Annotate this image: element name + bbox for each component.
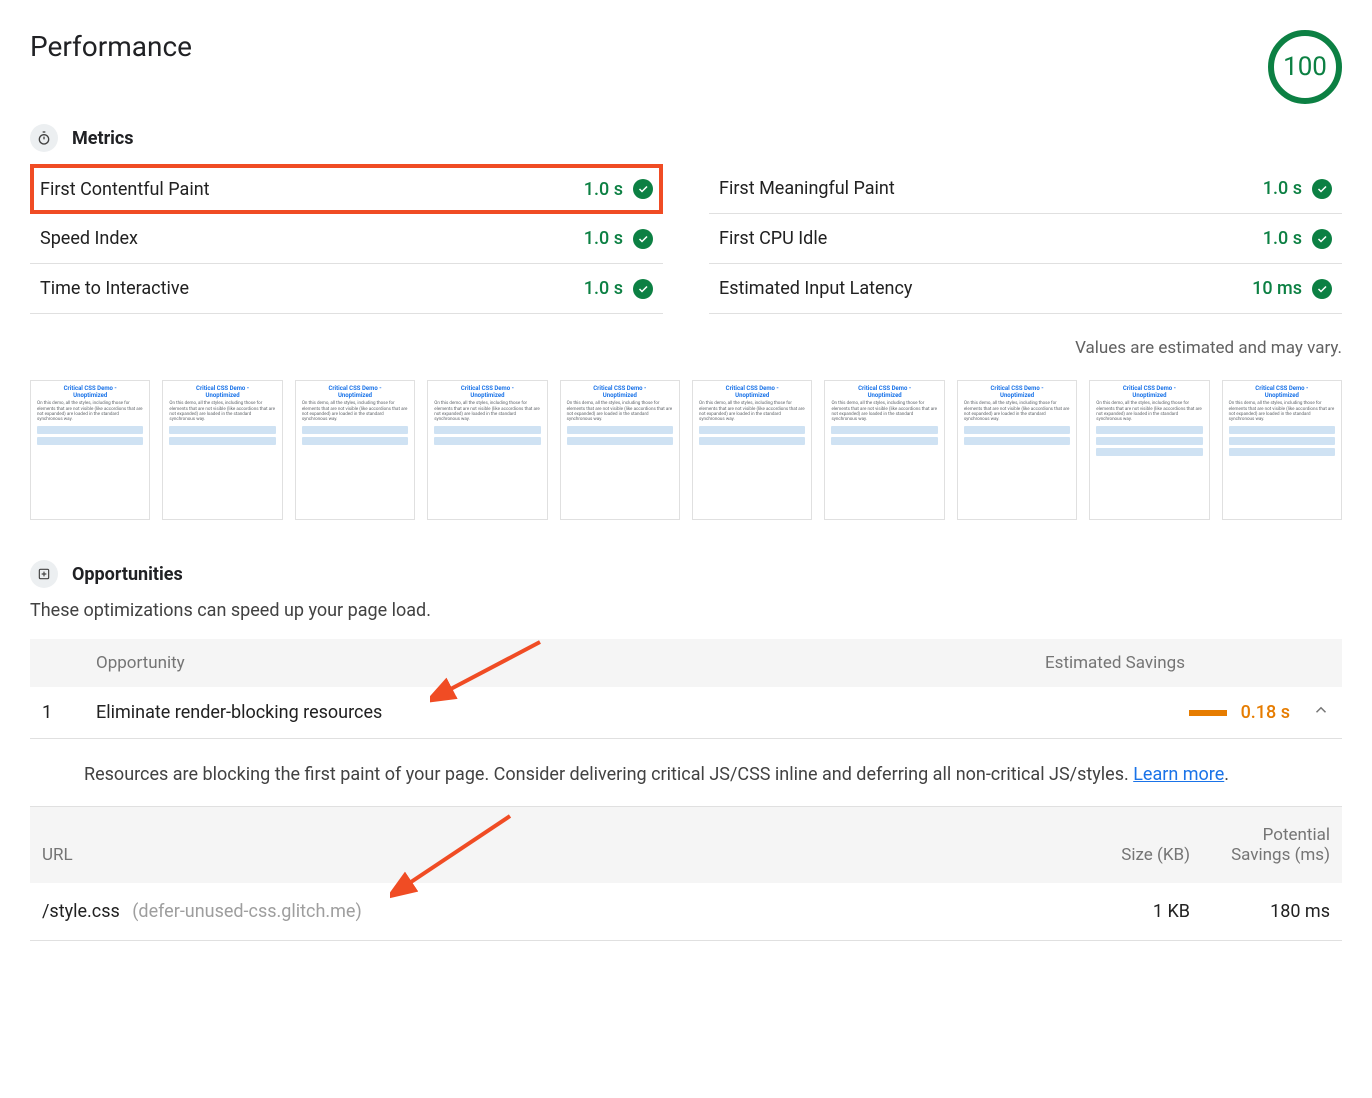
metric-value: 1.0 s bbox=[1263, 228, 1302, 249]
filmstrip: Critical CSS Demo - Unoptimized On this … bbox=[30, 380, 1342, 520]
opportunity-row[interactable]: 1 Eliminate render-blocking resources 0.… bbox=[30, 687, 1342, 739]
metric-value: 1.0 s bbox=[584, 278, 623, 299]
metric-label: Estimated Input Latency bbox=[719, 278, 912, 299]
filmstrip-frame: Critical CSS Demo - Unoptimized On this … bbox=[560, 380, 680, 520]
metric-row[interactable]: Estimated Input Latency 10 ms bbox=[709, 264, 1342, 314]
filmstrip-frame: Critical CSS Demo - Unoptimized On this … bbox=[162, 380, 282, 520]
metric-label: First Meaningful Paint bbox=[719, 178, 895, 199]
opportunities-label: Opportunities bbox=[72, 564, 183, 585]
check-circle-icon bbox=[633, 229, 653, 249]
col-potential-savings: PotentialSavings (ms) bbox=[1190, 825, 1330, 865]
savings-bar bbox=[1189, 710, 1227, 716]
resource-path: /style.css bbox=[42, 901, 120, 922]
metric-label: First Contentful Paint bbox=[40, 179, 210, 200]
metric-row[interactable]: First Contentful Paint 1.0 s bbox=[30, 164, 663, 214]
filmstrip-frame: Critical CSS Demo - Unoptimized On this … bbox=[30, 380, 150, 520]
metrics-grid: First Contentful Paint 1.0 s First Meani… bbox=[30, 164, 1342, 314]
stopwatch-icon bbox=[30, 124, 58, 152]
filmstrip-frame: Critical CSS Demo - Unoptimized On this … bbox=[1089, 380, 1209, 520]
opportunity-name: Eliminate render-blocking resources bbox=[96, 702, 940, 723]
performance-score: 100 bbox=[1268, 30, 1342, 104]
metric-label: First CPU Idle bbox=[719, 228, 827, 249]
resource-host: (defer-unused-css.glitch.me) bbox=[132, 901, 361, 922]
resource-potential: 180 ms bbox=[1190, 901, 1330, 922]
opportunities-section-header: Opportunities bbox=[30, 560, 1342, 588]
opportunity-detail: Resources are blocking the first paint o… bbox=[30, 739, 1342, 807]
col-size: Size (KB) bbox=[1050, 845, 1190, 865]
spark-icon bbox=[30, 560, 58, 588]
page-title: Performance bbox=[30, 30, 192, 63]
resource-size: 1 KB bbox=[1050, 901, 1190, 922]
learn-more-link[interactable]: Learn more bbox=[1133, 764, 1224, 785]
metric-row[interactable]: First Meaningful Paint 1.0 s bbox=[709, 164, 1342, 214]
filmstrip-frame: Critical CSS Demo - Unoptimized On this … bbox=[427, 380, 547, 520]
filmstrip-frame: Critical CSS Demo - Unoptimized On this … bbox=[824, 380, 944, 520]
savings-value: 0.18 s bbox=[1241, 702, 1290, 723]
opportunities-table-header: Opportunity Estimated Savings bbox=[30, 639, 1342, 687]
metric-value: 10 ms bbox=[1252, 278, 1302, 299]
col-opportunity: Opportunity bbox=[96, 653, 940, 673]
check-circle-icon bbox=[633, 179, 653, 199]
chevron-up-icon[interactable] bbox=[1290, 701, 1330, 724]
metrics-footnote: Values are estimated and may vary. bbox=[30, 338, 1342, 358]
metrics-section-header: Metrics bbox=[30, 124, 1342, 152]
opportunity-detail-text: Resources are blocking the first paint o… bbox=[84, 764, 1133, 785]
opportunity-index: 1 bbox=[42, 702, 96, 723]
col-url: URL bbox=[42, 845, 1050, 865]
metrics-label: Metrics bbox=[72, 128, 134, 149]
metric-row[interactable]: Time to Interactive 1.0 s bbox=[30, 264, 663, 314]
filmstrip-frame: Critical CSS Demo - Unoptimized On this … bbox=[1222, 380, 1342, 520]
metric-value: 1.0 s bbox=[584, 228, 623, 249]
opportunities-description: These optimizations can speed up your pa… bbox=[30, 600, 1342, 621]
metric-label: Speed Index bbox=[40, 228, 138, 249]
check-circle-icon bbox=[1312, 179, 1332, 199]
metric-value: 1.0 s bbox=[1263, 178, 1302, 199]
metric-row[interactable]: First CPU Idle 1.0 s bbox=[709, 214, 1342, 264]
resources-table-header: URL Size (KB) PotentialSavings (ms) bbox=[30, 807, 1342, 883]
col-estimated-savings: Estimated Savings bbox=[940, 653, 1290, 673]
metric-value: 1.0 s bbox=[584, 179, 623, 200]
check-circle-icon bbox=[1312, 229, 1332, 249]
filmstrip-frame: Critical CSS Demo - Unoptimized On this … bbox=[957, 380, 1077, 520]
check-circle-icon bbox=[1312, 279, 1332, 299]
metric-row[interactable]: Speed Index 1.0 s bbox=[30, 214, 663, 264]
filmstrip-frame: Critical CSS Demo - Unoptimized On this … bbox=[295, 380, 415, 520]
filmstrip-frame: Critical CSS Demo - Unoptimized On this … bbox=[692, 380, 812, 520]
resource-row: /style.css (defer-unused-css.glitch.me) … bbox=[30, 883, 1342, 941]
check-circle-icon bbox=[633, 279, 653, 299]
metric-label: Time to Interactive bbox=[40, 278, 189, 299]
